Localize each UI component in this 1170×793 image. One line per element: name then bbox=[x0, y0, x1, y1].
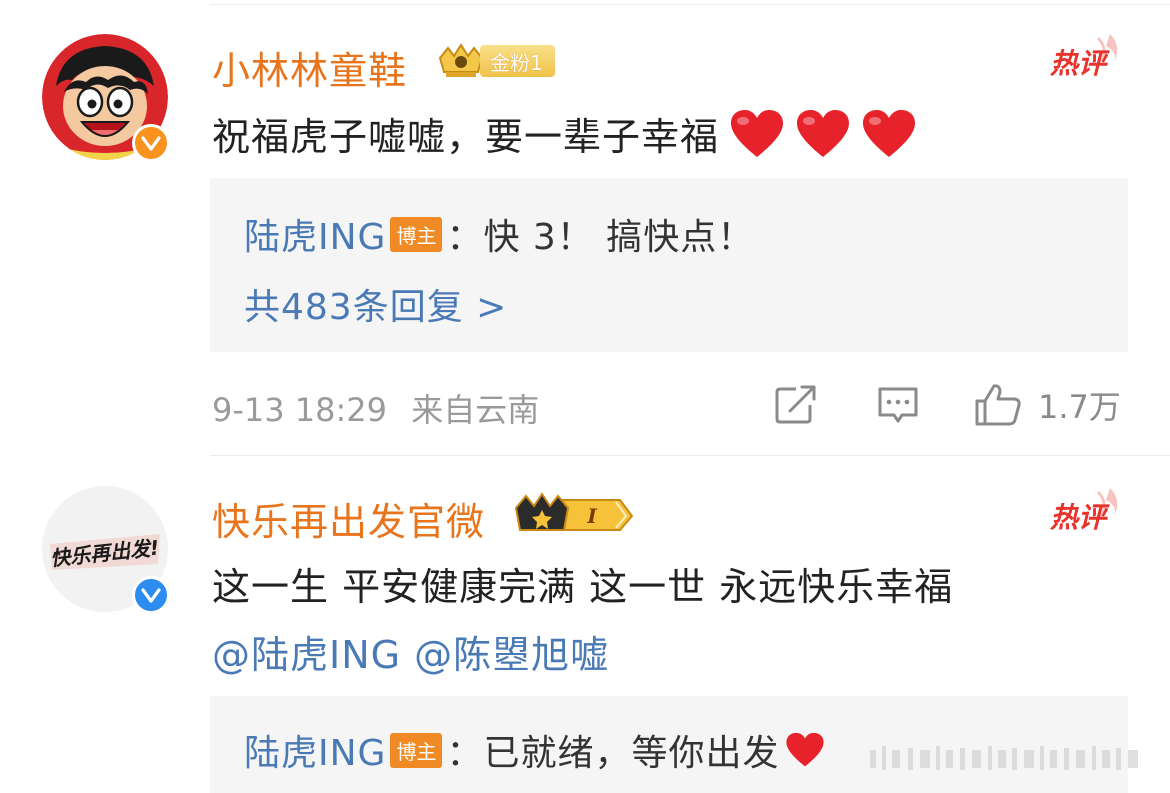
mention-links[interactable]: @陆虎ING @陈曌旭嘘 bbox=[212, 624, 609, 679]
comment-body: 祝福虎子嘘嘘，要一辈子幸福 bbox=[212, 115, 720, 159]
member-badge-label: I bbox=[586, 504, 597, 528]
reply-line: 陆虎ING 博主 ：已就绪，等你出发 bbox=[244, 724, 825, 776]
reply-line: 陆虎ING 博主 ：快 3！ 搞快点！ bbox=[244, 208, 754, 260]
reply-author[interactable]: 陆虎ING bbox=[244, 724, 386, 776]
reply-text: ：快 3！ 搞快点！ bbox=[446, 217, 755, 258]
username[interactable]: 小林林童鞋 bbox=[212, 40, 407, 95]
share-button[interactable] bbox=[774, 380, 818, 430]
verified-badge-icon bbox=[132, 576, 170, 614]
verified-badge-icon bbox=[132, 124, 170, 162]
like-icon bbox=[975, 384, 1021, 426]
comment-icon bbox=[878, 387, 918, 423]
watermark bbox=[870, 746, 1138, 770]
reply-box[interactable]: 陆虎ING 博主 ：快 3！ 搞快点！ 共483条回复 > bbox=[210, 178, 1128, 352]
comment-item: 小林林童鞋 金粉1 热评 祝福虎子嘘嘘，要一辈子幸福 陆虎ING 博主 ：快 3… bbox=[0, 0, 1170, 455]
view-replies-link[interactable]: 共483条回复 > bbox=[244, 278, 507, 330]
comment-text: 这一生 平安健康完满 这一世 永远快乐幸福 bbox=[212, 565, 954, 609]
share-icon bbox=[775, 385, 816, 424]
fan-badge[interactable]: 金粉1 bbox=[436, 42, 555, 80]
comment-actions: 1.7万 bbox=[0, 380, 1170, 430]
hot-comment-icon: 热评 bbox=[1044, 486, 1124, 536]
fan-badge-label: 金粉1 bbox=[480, 45, 555, 77]
heart-icon bbox=[797, 109, 850, 157]
like-button[interactable]: 1.7万 bbox=[974, 380, 1121, 430]
blogger-tag: 博主 bbox=[390, 216, 443, 252]
heart-icon bbox=[731, 109, 784, 157]
comment-button[interactable] bbox=[876, 380, 920, 430]
heart-icon bbox=[863, 109, 916, 157]
avatar[interactable] bbox=[42, 34, 170, 162]
hot-comment-icon: 热评 bbox=[1044, 32, 1124, 82]
blogger-tag: 博主 bbox=[390, 732, 443, 768]
crown-icon bbox=[438, 43, 484, 77]
crown-icon: I bbox=[514, 492, 634, 531]
like-count: 1.7万 bbox=[1038, 388, 1121, 426]
comment-text: 祝福虎子嘘嘘，要一辈子幸福 bbox=[212, 106, 917, 161]
member-badge[interactable]: I bbox=[512, 492, 636, 536]
heart-icon bbox=[786, 732, 825, 767]
reply-author[interactable]: 陆虎ING bbox=[244, 208, 386, 260]
username[interactable]: 快乐再出发官微 bbox=[212, 491, 485, 546]
reply-text: ：已就绪，等你出发 bbox=[446, 733, 780, 774]
avatar[interactable]: 快乐再出发! bbox=[42, 486, 170, 614]
